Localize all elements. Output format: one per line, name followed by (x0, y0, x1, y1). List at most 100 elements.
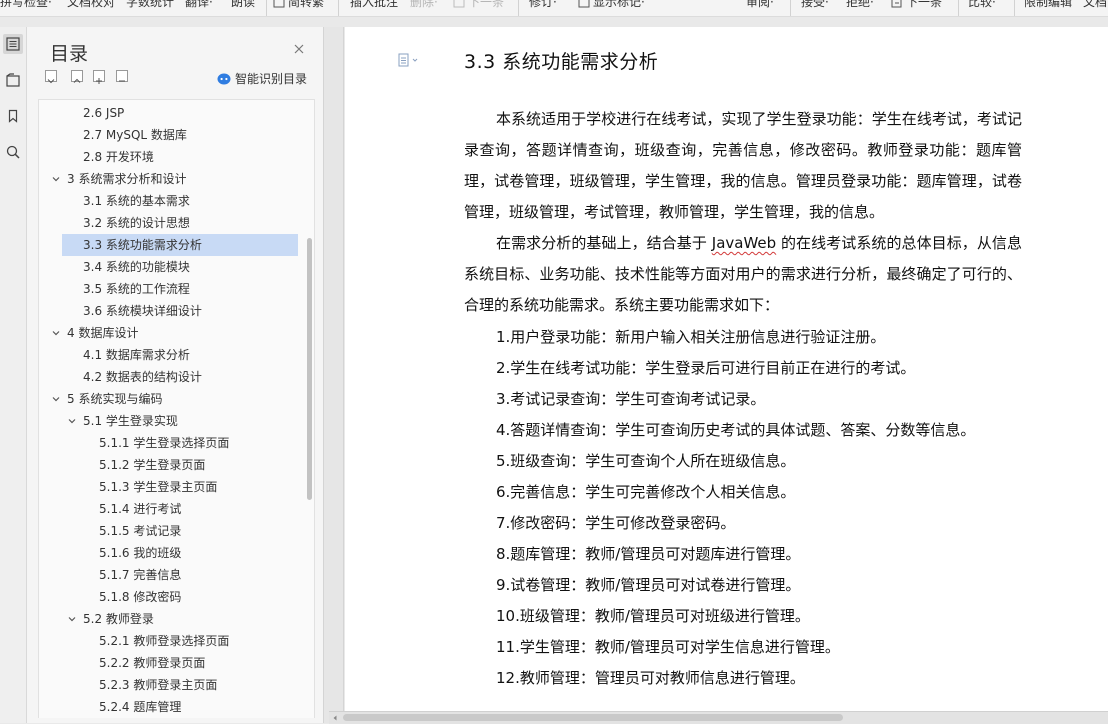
toc-item-label: 5.2.3 教师登录主页面 (99, 678, 218, 692)
chevron-down-icon[interactable] (51, 174, 61, 184)
body-paragraph: 在需求分析的基础上，结合基于 JavaWeb 的在线考试系统的总体目标，从信息系… (464, 228, 1022, 321)
chevron-down-icon[interactable] (67, 614, 77, 624)
delete-comment-button[interactable]: 删除· (410, 0, 438, 10)
toc-item-label: 5.1.4 进行考试 (99, 502, 182, 516)
toc-item-label: 2.8 开发环境 (83, 150, 154, 164)
restrict-editing-button[interactable]: 限制编辑 (1024, 0, 1072, 10)
review-pane-button[interactable]: 审阅· (746, 0, 774, 10)
toc-item-label: 5.2.2 教师登录页面 (99, 656, 206, 670)
spell-check-button[interactable]: 拼写检查· (0, 0, 52, 10)
word-count-button[interactable]: 字数统计 (126, 0, 174, 10)
navigation-rail (0, 27, 27, 723)
chevron-up-icon (73, 78, 81, 83)
accept-button[interactable]: 接受· (801, 0, 829, 10)
toc-item[interactable]: 3.4 系统的功能模块 (39, 256, 297, 278)
toc-item-label: 5.2.1 教师登录选择页面 (99, 634, 230, 648)
scroll-left-icon[interactable] (331, 714, 339, 722)
paragraph-text: 在需求分析的基础上，结合基于 (496, 234, 712, 252)
toc-item-label: 3.1 系统的基本需求 (83, 194, 190, 208)
toc-item[interactable]: 4.2 数据表的结构设计 (39, 366, 297, 388)
toc-item[interactable]: 3.6 系统模块详细设计 (39, 300, 297, 322)
toc-item[interactable]: 5.1.6 我的班级 (39, 542, 297, 564)
toc-nav-button[interactable] (3, 34, 23, 54)
bookmark-nav-button[interactable] (3, 106, 23, 126)
toc-item[interactable]: 5.1 学生登录实现 (39, 410, 297, 432)
expand-all-button[interactable] (71, 70, 83, 83)
toolbar-divider (790, 0, 791, 16)
document-page[interactable]: 3.3 系统功能需求分析 本系统适用于学校进行在线考试，实现了学生登录功能：学生… (345, 27, 1108, 711)
smart-toc-label: 智能识别目录 (235, 72, 308, 86)
simp-to-trad-button[interactable]: 简转繁 (273, 0, 324, 10)
toc-item[interactable]: 5.1.4 进行考试 (39, 498, 297, 520)
toc-item[interactable]: 2.8 开发环境 (39, 146, 297, 168)
search-nav-button[interactable] (3, 142, 23, 162)
toc-item[interactable]: 3.3 系统功能需求分析 (62, 234, 298, 256)
toc-item[interactable]: 5.2.2 教师登录页面 (39, 652, 297, 674)
collapse-all-button[interactable] (45, 70, 57, 84)
toc-item[interactable]: 2.7 MySQL 数据库 (39, 124, 297, 146)
toc-item[interactable]: 3.1 系统的基本需求 (39, 190, 297, 212)
reject-button[interactable]: 拒绝· (846, 0, 874, 10)
toc-item[interactable]: 3.2 系统的设计思想 (39, 212, 297, 234)
chevron-down-icon[interactable] (51, 328, 61, 338)
horizontal-scrollbar[interactable] (329, 711, 1108, 724)
smart-toc-button[interactable]: 智能识别目录 (217, 70, 307, 87)
list-item: 2.学生在线考试功能：学生登录后可进行目前正在进行的考试。 (496, 359, 916, 377)
translate-button[interactable]: 翻译· (185, 0, 213, 10)
toc-item[interactable]: 5.1.5 考试记录 (39, 520, 297, 542)
toc-item[interactable]: 4.1 数据库需求分析 (39, 344, 297, 366)
chapter-icon (6, 73, 20, 87)
toc-item-label: 5 系统实现与编码 (67, 392, 163, 406)
list-item: 8.题库管理：教师/管理员可对题库进行管理。 (496, 545, 801, 563)
toc-item[interactable]: 2.6 JSP (39, 102, 297, 124)
toc-item[interactable]: 5.1.3 学生登录主页面 (39, 476, 297, 498)
add-heading-button[interactable] (93, 70, 105, 84)
chapter-nav-button[interactable] (3, 70, 23, 90)
show-markup-button[interactable]: 显示标记· (578, 0, 645, 10)
toolbar-divider (266, 0, 267, 16)
toc-item[interactable]: 5.1.1 学生登录选择页面 (39, 432, 297, 454)
toc-item[interactable]: 5.2.4 题库管理 (39, 696, 297, 718)
next-change-icon (891, 0, 902, 7)
toc-scrollbar[interactable] (307, 238, 312, 500)
compare-button[interactable]: 比较· (968, 0, 996, 10)
doc-permission-button[interactable]: 文档 (1083, 0, 1107, 10)
toc-item[interactable]: 3 系统需求分析和设计 (39, 168, 297, 190)
toc-item[interactable]: 4 数据库设计 (39, 322, 297, 344)
chevron-down-icon[interactable] (51, 394, 61, 404)
toc-item-label: 3.3 系统功能需求分析 (83, 238, 202, 252)
read-aloud-button[interactable]: 朗读 (231, 0, 255, 10)
next-comment-button[interactable]: 下一条 (453, 0, 504, 10)
track-changes-button[interactable]: 修订· (529, 0, 557, 10)
toc-item-label: 3 系统需求分析和设计 (67, 172, 187, 186)
toc-item-label: 5.1.3 学生登录主页面 (99, 480, 218, 494)
remove-heading-button[interactable] (116, 70, 128, 82)
toolbar-divider (338, 0, 339, 16)
chevron-down-icon[interactable] (67, 416, 77, 426)
toc-item[interactable]: 5.1.7 完善信息 (39, 564, 297, 586)
convert-icon (273, 0, 285, 7)
insert-comment-button[interactable]: 插入批注 (350, 0, 398, 10)
toolbar-divider (518, 0, 519, 16)
toc-item-label: 5.1.5 考试记录 (99, 524, 182, 538)
toc-item[interactable]: 5 系统实现与编码 (39, 388, 297, 410)
markup-icon (578, 0, 590, 7)
scrollbar-thumb[interactable] (343, 714, 843, 721)
doc-proofread-button[interactable]: 文档校对 (67, 0, 115, 10)
panel-splitter[interactable] (323, 27, 344, 723)
toc-item[interactable]: 5.2.3 教师登录主页面 (39, 674, 297, 696)
toolbar-divider (958, 0, 959, 16)
list-item: 10.班级管理：教师/管理员可对班级进行管理。 (496, 607, 810, 625)
list-item: 3.考试记录查询：学生可查询考试记录。 (496, 390, 766, 408)
toolbar-divider (1014, 0, 1015, 16)
toc-item[interactable]: 5.2.1 教师登录选择页面 (39, 630, 297, 652)
toc-item[interactable]: 5.1.8 修改密码 (39, 586, 297, 608)
paragraph-menu-icon[interactable] (398, 53, 420, 67)
next-change-button[interactable]: 下一条 (891, 0, 942, 10)
close-icon[interactable] (291, 41, 307, 57)
toc-item[interactable]: 5.2 教师登录 (39, 608, 297, 630)
spelling-flagged-word[interactable]: JavaWeb (712, 234, 776, 252)
toc-item[interactable]: 5.1.2 学生登录页面 (39, 454, 297, 476)
toc-item[interactable]: 3.5 系统的工作流程 (39, 278, 297, 300)
toc-item-label: 2.7 MySQL 数据库 (83, 128, 187, 142)
